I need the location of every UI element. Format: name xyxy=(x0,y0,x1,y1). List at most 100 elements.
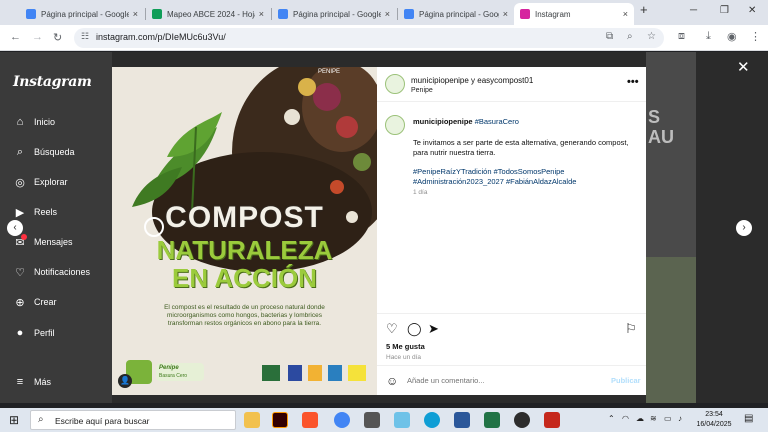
tab-label: Mapeo ABCE 2024 - Hoja xyxy=(167,9,255,19)
caption-hashtag[interactable]: #BasuraCero xyxy=(475,117,519,126)
more-options-icon[interactable]: ••• xyxy=(627,76,639,88)
caption-header: municipiopenipe #BasuraCero xyxy=(413,117,519,126)
edge-icon[interactable] xyxy=(424,412,440,428)
sidebar-item-perfil[interactable]: ● Perfil xyxy=(12,324,55,342)
post-image[interactable]: PENIPE COMPOST NATURALEZA EN ACCIÓN El c… xyxy=(112,67,377,395)
caption-text-line2: para nutrir nuestra tierra. xyxy=(413,148,496,157)
windows-start-icon[interactable]: ⊞ xyxy=(9,413,19,427)
emoji-icon[interactable]: ☺ xyxy=(386,374,398,388)
post-details-panel: municipiopenipe y easycompost01 Penipe •… xyxy=(377,67,646,395)
caption-avatar[interactable] xyxy=(385,115,405,135)
hamburger-menu-icon: ≡ xyxy=(16,376,24,388)
tab-google-1[interactable]: Página principal - Google × xyxy=(20,3,144,25)
illustrator-icon[interactable] xyxy=(272,412,288,428)
sidebar-item-label: Más xyxy=(34,377,52,387)
word-icon[interactable] xyxy=(454,412,470,428)
acrobat-icon[interactable] xyxy=(544,412,560,428)
save-bookmark-icon[interactable]: ⚐ xyxy=(625,321,637,337)
likes-count[interactable]: 5 Me gusta xyxy=(386,342,425,351)
image-body-text: El compost es el resultado de un proceso… xyxy=(164,304,325,327)
forward-icon[interactable]: → xyxy=(32,31,43,43)
extensions-icon[interactable]: ⧈ xyxy=(678,30,685,43)
back-icon[interactable]: ← xyxy=(10,31,21,43)
sidebar-item-crear[interactable]: ⊕ Crear xyxy=(12,293,56,311)
tab-google-2[interactable]: Página principal - Google × xyxy=(272,3,396,25)
tab-label: Página principal - Google xyxy=(419,9,499,19)
publish-button[interactable]: Publicar xyxy=(611,376,641,385)
post-author-names[interactable]: municipiopenipe y easycompost01 xyxy=(411,76,533,85)
share-icon[interactable]: ➤ xyxy=(428,321,439,337)
menu-dots-icon[interactable]: ⋮ xyxy=(750,30,761,43)
tray-chevron-icon[interactable]: ⌃ xyxy=(608,414,615,423)
bookmark-star-icon[interactable]: ☆ xyxy=(647,31,656,42)
sidebar-item-mas[interactable]: ≡ Más xyxy=(12,373,51,391)
sidebar-item-notificaciones[interactable]: ♡ Notificaciones xyxy=(12,263,90,281)
tab-label: Instagram xyxy=(535,9,571,19)
zoom-icon[interactable]: ⌕ xyxy=(627,31,633,42)
profile-icon[interactable]: ◉ xyxy=(727,30,737,43)
comment-icon[interactable]: ◯ xyxy=(407,321,422,337)
next-post-icon[interactable]: › xyxy=(736,220,752,236)
messenger-icon: ✉ xyxy=(12,233,28,249)
wifi-icon[interactable]: ≋ xyxy=(650,414,657,423)
notification-badge xyxy=(21,233,27,240)
google-favicon-icon xyxy=(404,9,414,19)
taskbar-search[interactable]: ⌕ Escribe aquí para buscar xyxy=(30,410,236,430)
tab-sheets[interactable]: Mapeo ABCE 2024 - Hoja × xyxy=(146,3,270,25)
tab-bar: Página principal - Google × Mapeo ABCE 2… xyxy=(0,0,768,25)
site-info-icon[interactable]: ☷ xyxy=(81,31,89,42)
network-icon[interactable]: ◠ xyxy=(622,414,629,423)
settings-gear-icon[interactable] xyxy=(364,412,380,428)
caption-hashtags-line1[interactable]: #PenipeRaízYTradición #TodosSomosPenipe xyxy=(413,167,564,176)
like-heart-icon[interactable]: ♡ xyxy=(386,321,398,337)
volume-icon[interactable]: ♪ xyxy=(678,414,682,423)
close-modal-icon[interactable]: ✕ xyxy=(737,58,750,76)
minimize-icon[interactable]: ─ xyxy=(690,5,697,16)
reels-icon: ▶ xyxy=(15,206,25,219)
clock-time: 23:54 xyxy=(705,411,723,418)
author-avatar[interactable] xyxy=(385,74,405,94)
instagram-logo[interactable]: Instagram xyxy=(13,74,92,90)
sidebar-item-inicio[interactable]: ⌂ Inicio xyxy=(12,113,55,131)
sheets-favicon-icon xyxy=(152,9,162,19)
address-bar[interactable]: ☷ instagram.com/p/DIeMUc6u3Vu/ ⧉ ⌕ ☆ xyxy=(74,28,664,48)
tab-instagram[interactable]: Instagram × xyxy=(514,3,634,25)
tab-close-icon[interactable]: × xyxy=(385,9,390,19)
brave-icon[interactable] xyxy=(302,412,318,428)
app-icon[interactable] xyxy=(394,412,410,428)
new-tab-button[interactable]: + xyxy=(640,2,648,17)
post-location[interactable]: Penipe xyxy=(411,87,433,94)
comment-input[interactable]: Añade un comentario... xyxy=(407,376,485,385)
caption-hashtags-line2[interactable]: #Administración2023_2027 #FabiánAldazAlc… xyxy=(413,177,576,186)
download-icon[interactable]: ⤓ xyxy=(706,30,711,43)
tab-close-icon[interactable]: × xyxy=(503,9,508,19)
install-app-icon[interactable]: ⧉ xyxy=(606,31,613,42)
media-player-icon[interactable] xyxy=(514,412,530,428)
image-title-compost: COMPOST xyxy=(165,201,324,234)
tab-google-3[interactable]: Página principal - Google × xyxy=(398,3,514,25)
notifications-icon[interactable]: ▤ xyxy=(744,413,753,424)
excel-icon[interactable] xyxy=(484,412,500,428)
tab-close-icon[interactable]: × xyxy=(259,9,264,19)
file-explorer-icon[interactable] xyxy=(244,412,260,428)
tab-close-icon[interactable]: × xyxy=(623,9,628,19)
sidebar-item-explorar[interactable]: ◎ Explorar xyxy=(12,173,68,191)
sidebar-item-label: Explorar xyxy=(34,177,68,187)
sidebar-item-mensajes[interactable]: ✉ Mensajes xyxy=(12,233,73,251)
sidebar-item-label: Notificaciones xyxy=(34,267,91,277)
image-logo-text-2: Basura Cero xyxy=(159,373,188,379)
tab-close-icon[interactable]: × xyxy=(133,9,138,19)
battery-icon[interactable]: ▭ xyxy=(664,414,672,423)
chrome-icon[interactable] xyxy=(334,412,350,428)
previous-post-icon[interactable]: ‹ xyxy=(7,220,23,236)
tagged-users-icon[interactable]: 👤 xyxy=(118,374,132,388)
caption-username[interactable]: municipiopenipe xyxy=(413,117,473,126)
window-close-icon[interactable]: ✕ xyxy=(748,5,756,16)
restore-icon[interactable]: ❐ xyxy=(720,5,729,16)
tab-label: Página principal - Google xyxy=(293,9,381,19)
sidebar-item-reels[interactable]: ▶ Reels xyxy=(12,203,57,221)
taskbar-clock[interactable]: 23:54 16/04/2025 xyxy=(690,410,738,430)
sidebar-item-busqueda[interactable]: ⌕ Búsqueda xyxy=(12,143,75,161)
cloud-icon[interactable]: ☁ xyxy=(636,414,644,423)
reload-icon[interactable]: ↻ xyxy=(53,31,62,44)
